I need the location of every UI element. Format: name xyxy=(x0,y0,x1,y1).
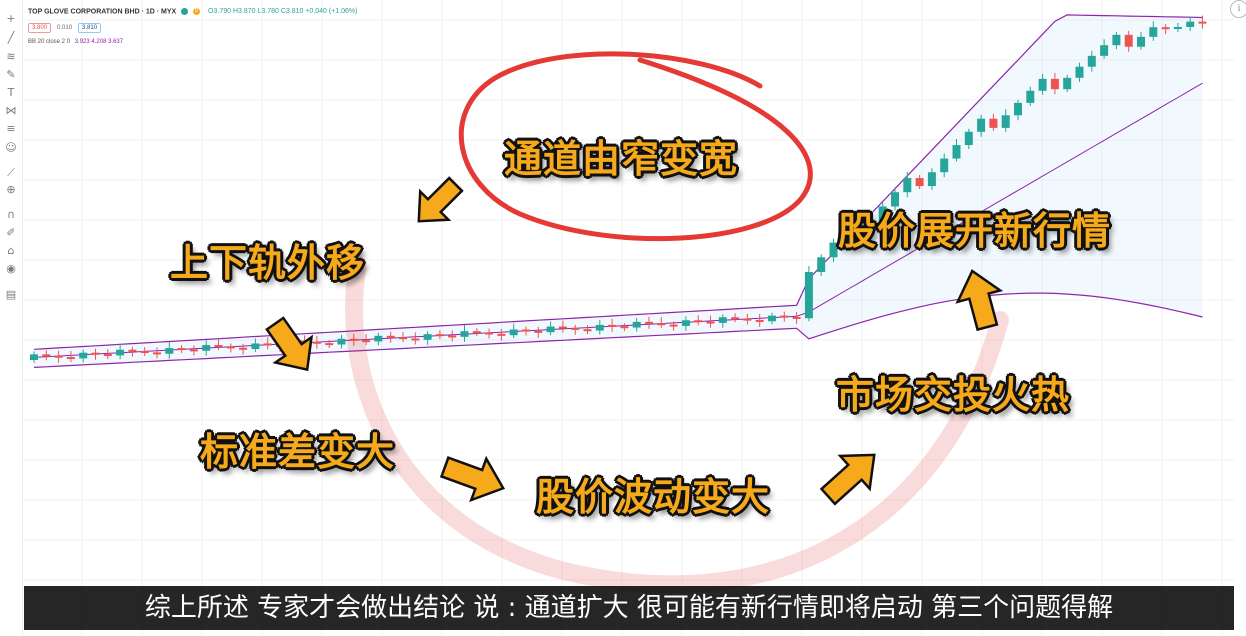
annotation-overlay xyxy=(265,51,1009,594)
annotation-stdev-up: 标准差变大 xyxy=(200,430,396,474)
arrow-down-right-icon xyxy=(265,316,314,372)
arrow-right-icon xyxy=(439,455,506,503)
info-button[interactable]: i xyxy=(1230,0,1246,18)
annotation-market-hot: 市场交投火热 xyxy=(836,373,1071,417)
arrow-down-left-icon xyxy=(417,176,464,223)
annotation-channel-widen: 通道由窄变宽 xyxy=(504,137,739,181)
subtitle-bar: 综上所述 专家才会做出结论 说 : 通道扩大 很可能有新行情即将启动 第三个问题… xyxy=(24,586,1234,630)
annotation-bands-outward: 上下轨外移 xyxy=(170,241,366,285)
faint-red-arc xyxy=(345,256,1009,594)
annotation-price-volatility: 股价波动变大 xyxy=(536,475,771,519)
subtitle-text: 综上所述 专家才会做出结论 说 : 通道扩大 很可能有新行情即将启动 第三个问题… xyxy=(144,593,1114,623)
arrow-up-right-icon xyxy=(819,453,876,506)
annotation-new-trend: 股价展开新行情 xyxy=(838,209,1112,253)
